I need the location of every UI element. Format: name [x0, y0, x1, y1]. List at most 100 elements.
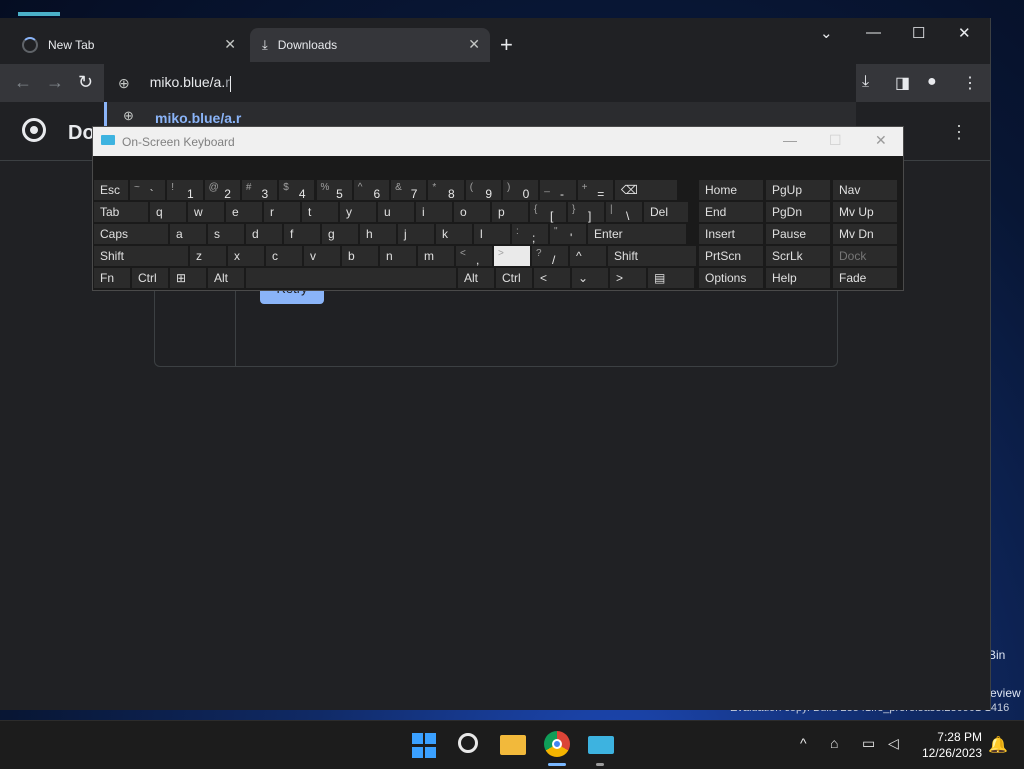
osk-minimize-button[interactable]: — [783, 132, 797, 148]
key-z[interactable]: z [190, 246, 226, 266]
key-punct-0[interactable]: {[ [530, 202, 566, 223]
key-pause[interactable]: Pause [766, 224, 830, 244]
key-k[interactable]: k [436, 224, 472, 244]
tab-search-button[interactable]: ⌄ [820, 24, 833, 42]
key-nav[interactable]: Nav [833, 180, 897, 200]
key-m[interactable]: m [418, 246, 454, 266]
display-icon[interactable]: ▭ [862, 735, 875, 752]
volume-icon[interactable]: ◁ [888, 735, 899, 752]
key-q[interactable]: q [150, 202, 186, 222]
new-tab-button[interactable]: + [500, 32, 513, 58]
key-del[interactable]: Del [644, 202, 688, 222]
maximize-button[interactable]: ☐ [912, 24, 925, 42]
download-icon[interactable]: ⤓ [862, 73, 869, 91]
tab-downloads[interactable]: ⤓ Downloads ✕ [250, 28, 490, 62]
key-shift-right[interactable]: Shift [608, 246, 696, 266]
key-backspace[interactable]: ⌫ [614, 180, 677, 200]
back-button[interactable]: ← [14, 72, 32, 93]
key-punct-1[interactable]: }] [568, 202, 604, 223]
key-n[interactable]: n [380, 246, 416, 266]
key-u[interactable]: u [378, 202, 414, 222]
profile-icon[interactable]: ● [927, 73, 937, 91]
search-button[interactable] [458, 733, 484, 759]
key-row1-7[interactable]: ^ 6 [353, 180, 390, 201]
key-f[interactable]: f [284, 224, 320, 244]
key-row1-10[interactable]: (9 [465, 180, 501, 201]
key-mv-up[interactable]: Mv Up [833, 202, 897, 222]
key-r[interactable]: r [264, 202, 300, 222]
forward-button[interactable]: → [46, 72, 64, 93]
osk-taskbar-button[interactable] [588, 736, 614, 754]
osk-maximize-button[interactable]: ☐ [829, 132, 842, 149]
key-c[interactable]: c [266, 246, 302, 266]
key-e[interactable]: e [226, 202, 262, 222]
key-shift-left[interactable]: Shift [94, 246, 188, 266]
key-dock[interactable]: Dock [833, 246, 897, 266]
key-right-arrow[interactable]: > [610, 268, 646, 288]
key-row1-13[interactable]: + = [577, 180, 613, 201]
omnibox-suggestion[interactable]: ⊕ miko.blue/a.r [104, 102, 856, 128]
key-tab[interactable]: Tab [94, 202, 148, 222]
key-down-arrow[interactable]: ⌄ [572, 268, 608, 288]
key-pgup[interactable]: PgUp [766, 180, 830, 200]
more-options-icon[interactable]: ⋮ [950, 122, 968, 143]
key-row1-9[interactable]: * 8 [428, 180, 464, 201]
key-h[interactable]: h [360, 224, 396, 244]
key-g[interactable]: g [322, 224, 358, 244]
close-icon[interactable]: ✕ [224, 36, 236, 53]
key-row1-1[interactable]: ~ ` [130, 180, 166, 201]
key-help[interactable]: Help [766, 268, 830, 288]
key-alt-left[interactable]: Alt [208, 268, 244, 288]
network-icon[interactable]: ⌂ [830, 735, 838, 751]
key-row1-12[interactable]: _ - [540, 180, 576, 201]
clock[interactable]: 7:28 PM 12/26/2023 [914, 729, 982, 761]
minimize-button[interactable]: — [866, 24, 881, 41]
key-scrlk[interactable]: ScrLk [766, 246, 830, 266]
reload-button[interactable]: ↻ [78, 72, 93, 93]
key-fade[interactable]: Fade [833, 268, 897, 288]
key-space[interactable] [246, 268, 456, 288]
key-enter[interactable]: Enter [588, 224, 686, 244]
osk-close-button[interactable]: ✕ [875, 132, 887, 149]
key-punct-r4-2[interactable]: ? / [532, 246, 568, 267]
url-text[interactable]: miko.blue/a.r [150, 74, 231, 92]
key-up-arrow[interactable]: ^ [570, 246, 606, 266]
key-row1-2[interactable]: ! 1 [167, 180, 203, 201]
menu-icon[interactable]: ⋮ [962, 73, 978, 93]
key-end[interactable]: End [699, 202, 763, 222]
key-j[interactable]: j [398, 224, 434, 244]
close-window-button[interactable]: ✕ [958, 24, 971, 42]
key-alt-right[interactable]: Alt [458, 268, 494, 288]
key-punct-r4-0[interactable]: <, [456, 246, 492, 267]
key-w[interactable]: w [188, 202, 224, 222]
key-ctrl-left[interactable]: Ctrl [132, 268, 168, 288]
key-fn[interactable]: Fn [94, 268, 130, 288]
key-i[interactable]: i [416, 202, 452, 222]
key-esc[interactable]: Esc [94, 180, 128, 200]
key-options[interactable]: Options [699, 268, 763, 288]
key-home[interactable]: Home [699, 180, 763, 200]
key-context-menu[interactable]: ▤ [648, 268, 694, 288]
key-punct-r3-0[interactable]: :; [512, 224, 548, 245]
key-row1-4[interactable]: #3 [241, 180, 278, 201]
key-mv-dn[interactable]: Mv Dn [833, 224, 897, 244]
address-bar[interactable]: ⊕ miko.blue/a.r [104, 64, 856, 102]
key-prtscn[interactable]: PrtScn [699, 246, 763, 266]
key-row1-8[interactable]: & 7 [391, 180, 427, 201]
key-insert[interactable]: Insert [699, 224, 763, 244]
key-x[interactable]: x [228, 246, 264, 266]
key-d[interactable]: d [246, 224, 282, 244]
key-row1-11[interactable]: ) 0 [503, 180, 539, 201]
key-row1-6[interactable]: % 5 [316, 180, 352, 201]
key-windows[interactable]: ⊞ [170, 268, 206, 288]
key-caps[interactable]: Caps [94, 224, 168, 244]
key-row1-5[interactable]: $4 [279, 180, 315, 201]
file-explorer-button[interactable] [500, 735, 526, 755]
notification-bell-icon[interactable]: 🔔 [988, 735, 1008, 755]
key-b[interactable]: b [342, 246, 378, 266]
key-left-arrow[interactable]: < [534, 268, 570, 288]
key-row1-3[interactable]: @2 [204, 180, 240, 201]
key-s[interactable]: s [208, 224, 244, 244]
chrome-taskbar-button[interactable] [544, 731, 570, 757]
key-a[interactable]: a [170, 224, 206, 244]
